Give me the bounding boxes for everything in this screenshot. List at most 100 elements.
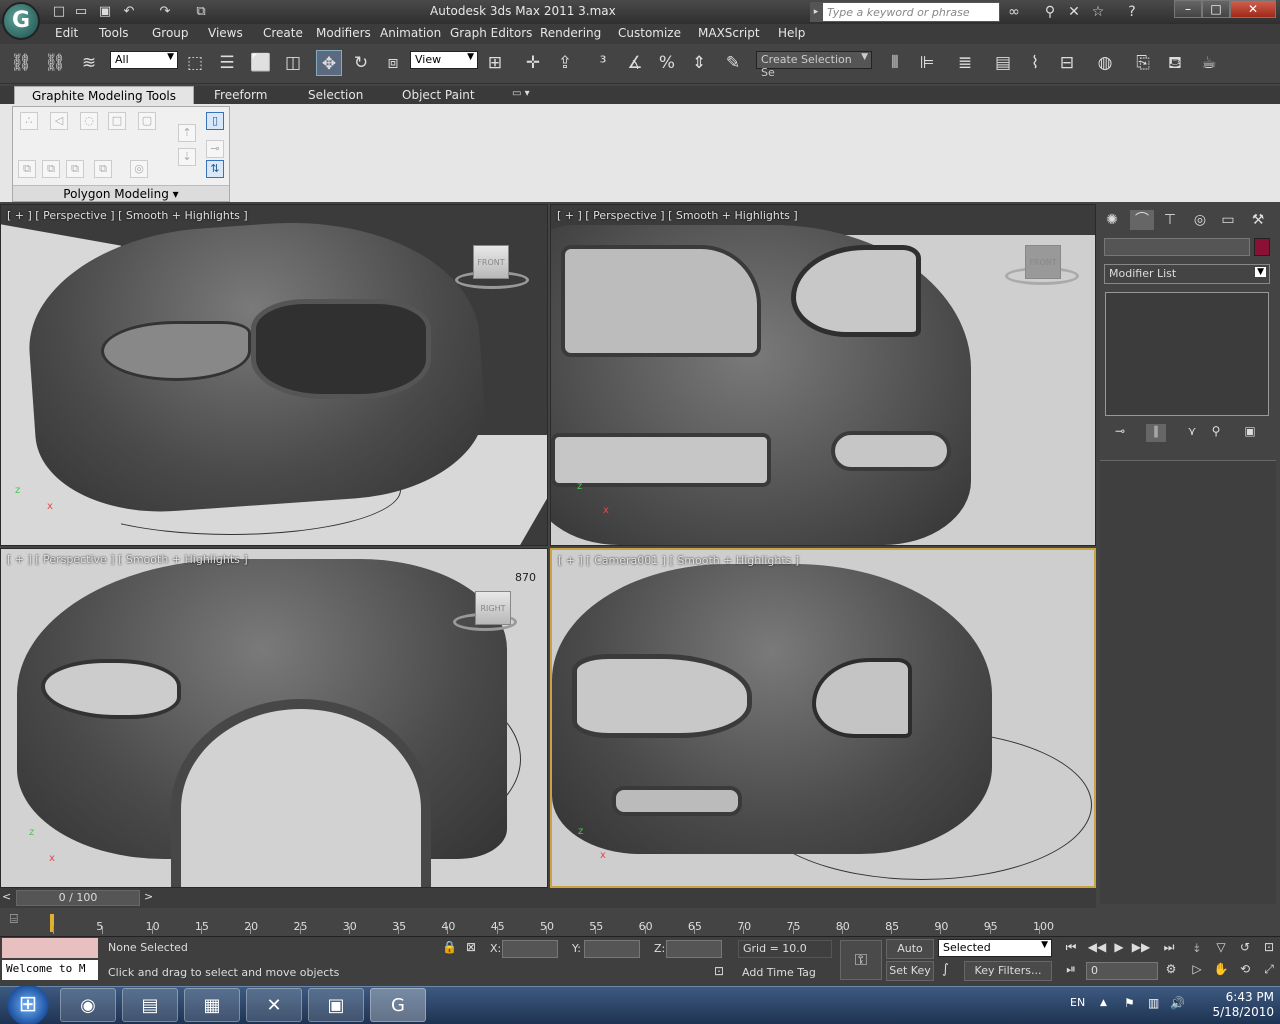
menu-help[interactable]: Help xyxy=(778,26,805,40)
selection-filter-dropdown[interactable]: All ▼ xyxy=(110,51,178,69)
maxscript-listener-pink[interactable] xyxy=(2,938,98,958)
zoom-icon[interactable]: ⤈ xyxy=(1186,940,1208,958)
maximize-button[interactable]: □ xyxy=(1202,0,1230,18)
vertex-icon[interactable]: ∴ xyxy=(20,112,38,130)
modifier-stack[interactable] xyxy=(1105,292,1269,416)
rendered-frame-window-icon[interactable]: ⛾ xyxy=(1162,50,1188,76)
utilities-tab-icon[interactable]: ⚒ xyxy=(1246,210,1270,230)
viewport-top-right[interactable]: FRONT z x [ + ] [ Perspective ] [ Smooth… xyxy=(550,204,1096,546)
configure-modifier-sets-icon[interactable]: ▣ xyxy=(1240,424,1260,442)
network-icon[interactable]: ▥ xyxy=(1148,996,1159,1010)
next-modifier-icon[interactable]: ⧉ xyxy=(66,160,84,178)
material-editor-icon[interactable]: ◍ xyxy=(1092,50,1118,76)
action-center-flag-icon[interactable]: ⚑ xyxy=(1124,996,1135,1010)
bind-space-warp-icon[interactable]: ≋ xyxy=(76,50,102,76)
edge-icon[interactable]: ◁ xyxy=(50,112,68,130)
play-icon[interactable]: ▶ xyxy=(1108,940,1130,958)
go-to-end-icon[interactable]: ⏭ xyxy=(1158,940,1180,958)
menu-customize[interactable]: Customize xyxy=(618,26,681,40)
key-mode-toggle-icon[interactable]: ⏯ xyxy=(1060,962,1082,980)
ribbon-options-icon[interactable]: ▭ ▾ xyxy=(512,88,530,99)
tab-graphite-modeling-tools[interactable]: Graphite Modeling Tools xyxy=(14,86,194,105)
x-coordinate-field[interactable] xyxy=(502,940,558,958)
edit-named-selection-icon[interactable]: ✎ xyxy=(720,50,746,76)
select-and-rotate-icon[interactable]: ↻ xyxy=(348,50,374,76)
minimize-button[interactable]: – xyxy=(1174,0,1202,18)
tray-expand-icon[interactable]: ▲ xyxy=(1100,998,1107,1008)
menu-maxscript[interactable]: MAXScript xyxy=(698,26,760,40)
select-object-icon[interactable]: ⬚ xyxy=(182,50,208,76)
object-color-swatch[interactable] xyxy=(1254,238,1270,256)
element-icon[interactable]: ▢ xyxy=(138,112,156,130)
pin-stack-icon[interactable]: ⊸ xyxy=(206,140,224,158)
absolute-mode-icon[interactable]: ⊠ xyxy=(466,940,476,954)
current-frame-field[interactable]: 0 xyxy=(1086,962,1158,980)
calculator-icon[interactable]: ▦ xyxy=(184,988,240,1022)
mirror-icon[interactable]: ⫴ xyxy=(882,50,908,76)
favorites-star-icon[interactable]: ☆ xyxy=(1088,3,1108,21)
snaps-toggle-icon[interactable]: ³ xyxy=(590,50,616,76)
hierarchy-tab-icon[interactable]: ⊤ xyxy=(1158,210,1182,230)
start-button[interactable]: ⊞ xyxy=(0,986,56,1024)
use-displacement-icon[interactable]: ▯ xyxy=(206,112,224,130)
new-file-icon[interactable]: □ xyxy=(50,3,68,20)
open-file-icon[interactable]: ▭ xyxy=(72,3,90,20)
language-indicator[interactable]: EN xyxy=(1070,996,1085,1009)
object-name-field[interactable] xyxy=(1104,238,1250,256)
render-setup-icon[interactable]: ⎘ xyxy=(1130,50,1156,76)
walk-through-icon[interactable]: ▷ xyxy=(1186,962,1208,980)
spinner-snap-icon[interactable]: ⇕ xyxy=(686,50,712,76)
named-selection-sets-dropdown[interactable]: Create Selection Se ▼ xyxy=(756,51,872,79)
viewport-bottom-right-active[interactable]: z x [ + ] [ Camera001 ] [ Smooth + Highl… xyxy=(550,548,1096,888)
go-to-start-icon[interactable]: ⏮ xyxy=(1060,940,1082,958)
close-button[interactable]: ✕ xyxy=(1230,0,1276,18)
remove-modifier-icon[interactable]: ⚲ xyxy=(1206,424,1226,442)
expand-stack-icon[interactable]: ⇣ xyxy=(178,148,196,166)
menu-group[interactable]: Group xyxy=(152,26,189,40)
curve-editor-icon[interactable]: ⌇ xyxy=(1022,50,1048,76)
window-crossing-icon[interactable]: ◫ xyxy=(280,50,306,76)
set-keys-key-icon[interactable]: ⚿ xyxy=(840,940,882,980)
motion-tab-icon[interactable]: ◎ xyxy=(1188,210,1212,230)
add-time-tag-button[interactable]: Add Time Tag xyxy=(742,966,816,979)
image-viewer-icon[interactable]: ▣ xyxy=(308,988,364,1022)
tab-freeform[interactable]: Freeform xyxy=(214,88,267,102)
default-tangent-icon[interactable]: ∫ xyxy=(942,962,949,977)
graphite-toggle-icon[interactable]: ▤ xyxy=(990,50,1016,76)
next-frame-icon[interactable]: ▶▶ xyxy=(1130,940,1152,958)
firefox-icon[interactable]: ◉ xyxy=(60,988,116,1022)
time-configuration-icon[interactable]: ⚙ xyxy=(1160,962,1182,980)
ribbon-panel-label[interactable]: Polygon Modeling ▾ xyxy=(13,185,229,201)
select-by-name-icon[interactable]: ☰ xyxy=(214,50,240,76)
select-and-link-icon[interactable]: ⛓ xyxy=(8,50,34,76)
communication-center-icon[interactable]: ✕ xyxy=(1064,3,1084,21)
project-folder-icon[interactable]: ⧉ xyxy=(192,3,210,20)
menu-views[interactable]: Views xyxy=(208,26,243,40)
arc-rotate-icon[interactable]: ⟲ xyxy=(1234,962,1256,980)
zoom-extents-all-icon[interactable]: ⊡ xyxy=(1258,940,1280,958)
modify-mode-icon[interactable]: ⧉ xyxy=(18,160,36,178)
time-slider[interactable]: 0 / 100 xyxy=(16,890,140,906)
menu-animation[interactable]: Animation xyxy=(380,26,441,40)
display-tab-icon[interactable]: ▭ xyxy=(1216,210,1240,230)
modifier-list-dropdown[interactable]: Modifier List ▼ xyxy=(1104,264,1270,284)
create-tab-icon[interactable]: ✺ xyxy=(1100,210,1124,230)
previous-modifier-icon[interactable]: ⧉ xyxy=(42,160,60,178)
reference-coordinate-dropdown[interactable]: View ▼ xyxy=(410,51,478,69)
unlink-icon[interactable]: ⛓ xyxy=(42,50,68,76)
toggle-command-panel-icon[interactable]: ⇅ xyxy=(206,160,224,178)
pin-stack-icon[interactable]: ⊸ xyxy=(1110,424,1130,442)
preserve-uvs-icon[interactable]: ◎ xyxy=(130,160,148,178)
pivot-point-center-icon[interactable]: ⊞ xyxy=(482,50,508,76)
viewport-label[interactable]: [ + ] [ Perspective ] [ Smooth + Highlig… xyxy=(557,209,798,222)
modify-tab-icon[interactable]: ⌒ xyxy=(1130,210,1154,230)
key-mode-dropdown[interactable]: Selected ▼ xyxy=(938,939,1052,957)
3ds-max-task-icon[interactable]: G xyxy=(370,988,426,1022)
pan-view-icon[interactable]: ✋ xyxy=(1210,962,1232,980)
menu-graph-editors[interactable]: Graph Editors xyxy=(450,26,532,40)
viewcube[interactable]: FRONT xyxy=(1025,245,1061,279)
polygon-icon[interactable]: □ xyxy=(108,112,126,130)
viewport-bottom-left[interactable]: 870 RIGHT z x [ + ] [ Perspective ] [ Sm… xyxy=(0,548,548,888)
viewport-label[interactable]: [ + ] [ Camera001 ] [ Smooth + Highlight… xyxy=(558,554,799,567)
show-end-result-icon[interactable]: ∥ xyxy=(1146,424,1166,442)
